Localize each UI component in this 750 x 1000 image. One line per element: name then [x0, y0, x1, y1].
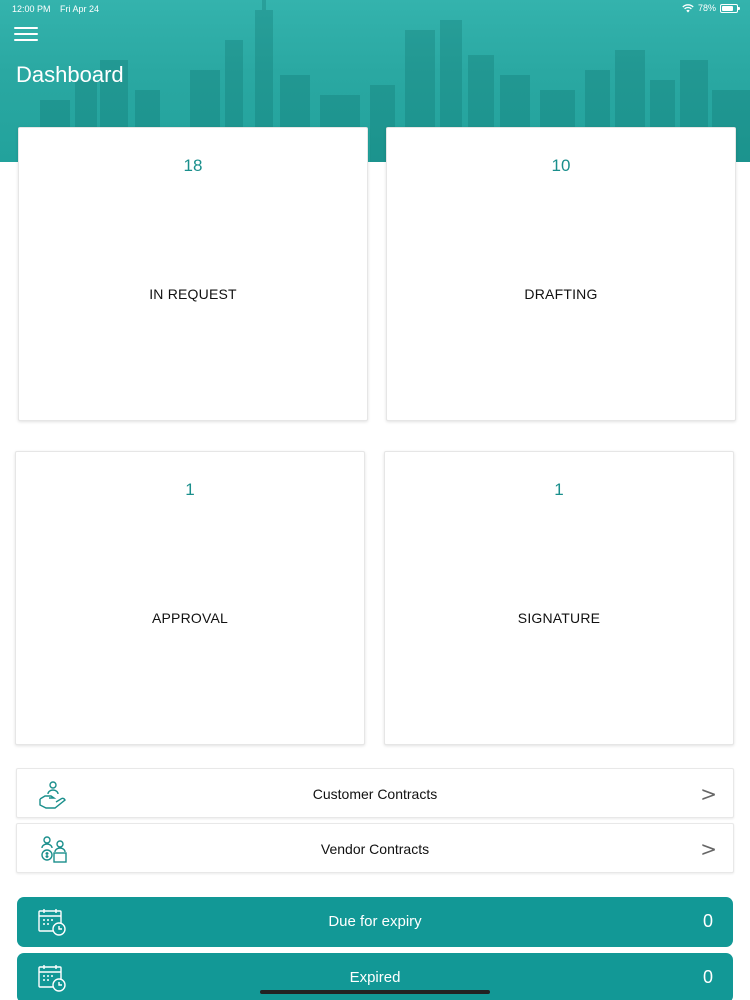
bar-label: Due for expiry: [328, 913, 422, 930]
hamburger-menu-icon[interactable]: [14, 27, 38, 45]
vendor-contracts-row[interactable]: Vendor Contracts >: [16, 823, 734, 873]
stat-count: 1: [554, 480, 564, 499]
status-right: 78%: [682, 3, 740, 13]
customer-contracts-row[interactable]: Customer Contracts >: [16, 768, 734, 818]
stat-count: 18: [183, 156, 203, 175]
due-for-expiry-button[interactable]: Due for expiry 0: [17, 897, 733, 947]
bar-count: 0: [702, 911, 713, 931]
status-time: 12:00 PM: [12, 4, 51, 14]
status-bar: 12:00 PM Fri Apr 24 78%: [0, 0, 750, 18]
stat-card-in-request[interactable]: 18 IN REQUEST: [18, 127, 368, 421]
stat-card-drafting[interactable]: 10 DRAFTING: [386, 127, 736, 421]
home-indicator[interactable]: [260, 990, 490, 994]
battery-percent: 78%: [697, 3, 716, 13]
stat-label: IN REQUEST: [149, 286, 237, 302]
status-date: Fri Apr 24: [60, 4, 100, 14]
bar-count: 0: [702, 967, 713, 987]
stat-card-signature[interactable]: 1 SIGNATURE: [384, 451, 734, 745]
bar-label: Expired: [349, 969, 401, 986]
page-title: Dashboard: [16, 62, 124, 87]
row-label: Vendor Contracts: [320, 841, 430, 857]
stat-label: SIGNATURE: [517, 610, 601, 626]
stat-label: APPROVAL: [151, 610, 229, 626]
row-label: Customer Contracts: [312, 786, 438, 802]
stat-card-approval[interactable]: 1 APPROVAL: [15, 451, 365, 745]
chevron-right-icon: >: [700, 782, 717, 806]
wifi-icon: [682, 3, 694, 12]
stat-count: 10: [551, 156, 571, 175]
stat-count: 1: [185, 480, 195, 499]
chevron-right-icon: >: [700, 837, 717, 861]
stat-label: DRAFTING: [524, 286, 598, 302]
battery-icon: [720, 3, 740, 13]
